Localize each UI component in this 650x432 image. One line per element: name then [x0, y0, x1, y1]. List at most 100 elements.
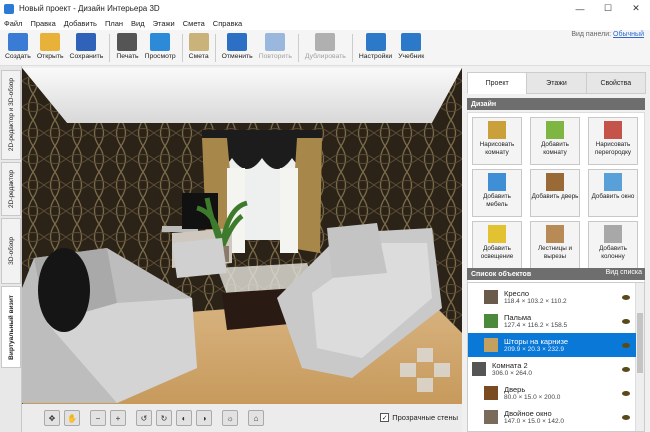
menu-item[interactable]: План	[101, 19, 127, 28]
design-button-label: Добавить освещение	[480, 245, 514, 260]
design-button-4[interactable]: Добавить мебель	[472, 169, 522, 217]
eye-icon[interactable]	[622, 318, 630, 324]
orbit-left-icon[interactable]: ◐	[176, 410, 192, 426]
object-list[interactable]: Кресло 118.4 × 103.2 × 110.2 Пальма 127.4 ×…	[467, 282, 645, 432]
room-render	[22, 68, 462, 404]
tab-2[interactable]: Этажи	[526, 72, 587, 94]
design-button-label: Добавить комнату	[541, 141, 569, 156]
monitor-icon	[150, 33, 171, 51]
redo-icon	[265, 33, 286, 51]
maximize-button[interactable]: ☐	[594, 0, 622, 17]
design-button-2[interactable]: Добавить комнату	[530, 117, 580, 165]
eye-icon[interactable]	[622, 294, 630, 300]
partition-icon	[604, 121, 622, 139]
toolbar-button-7[interactable]: Отменить	[219, 30, 256, 66]
object-text: Комната 2 306.0 × 264.0	[492, 361, 532, 378]
toolbar-button-label: Просмотр	[144, 53, 176, 60]
back-armchair	[172, 238, 227, 278]
furniture-icon	[488, 173, 506, 191]
light-icon[interactable]: ☼	[222, 410, 238, 426]
rotate-left-icon[interactable]: ↺	[136, 410, 152, 426]
eye-icon[interactable]	[622, 390, 630, 396]
toolbar-button-3[interactable]: Сохранить	[67, 30, 107, 66]
menu-item[interactable]: Смета	[179, 19, 209, 28]
side-tab-1[interactable]: 2D-редактор и 3D-обзор	[1, 70, 21, 160]
design-button-6[interactable]: Добавить окно	[588, 169, 638, 217]
menu-item[interactable]: Добавить	[60, 19, 101, 28]
list-view-link[interactable]: Вид списка	[606, 269, 642, 276]
toolbar-button-5[interactable]: Просмотр	[142, 30, 179, 66]
close-button[interactable]: ✕	[622, 0, 650, 17]
minimize-button[interactable]: —	[566, 0, 594, 17]
toolbar-button-2[interactable]: Открыть	[34, 30, 67, 66]
view-panel-value[interactable]: Обычный	[613, 31, 644, 38]
estimate-icon	[188, 33, 209, 51]
orbit-right-icon[interactable]: ◑	[196, 410, 212, 426]
printer-icon	[117, 33, 138, 51]
view-panel-label: Вид панели:	[571, 31, 612, 38]
hand-icon[interactable]: ✋	[64, 410, 80, 426]
object-list-scrollbar[interactable]	[635, 283, 644, 431]
object-row[interactable]: Шторы на карнизе 209.9 × 20.3 × 232.9	[468, 333, 636, 357]
transparent-walls-checkbox[interactable]: ✓ Прозрачные стены	[380, 413, 458, 422]
toolbar-button-label: Открыть	[36, 53, 64, 60]
toolbar-button-4[interactable]: Печать	[113, 30, 141, 66]
toolbar-button-label: Настройки	[358, 53, 393, 60]
toolbar-button-8: Повторить	[256, 30, 295, 66]
object-dims: 80.0 × 15.0 × 200.0	[504, 393, 561, 401]
design-button-1[interactable]: Нарисовать комнату	[472, 117, 522, 165]
side-tab-label: 2D-редактор	[7, 169, 15, 209]
side-tab-3[interactable]: 3D-обзор	[1, 218, 21, 284]
tab-1[interactable]: Проект	[467, 72, 528, 94]
object-name: Двойное окно	[504, 408, 552, 418]
menu-item[interactable]: Вид	[127, 19, 149, 28]
rotate-right-icon[interactable]: ↻	[156, 410, 172, 426]
zoom-out-icon[interactable]: −	[90, 410, 106, 426]
design-button-8[interactable]: Лестницы и вырезы	[530, 221, 580, 269]
gear-icon	[365, 33, 386, 51]
eye-icon[interactable]	[622, 342, 630, 348]
object-row[interactable]: Дверь 80.0 × 15.0 × 200.0	[468, 381, 636, 405]
home-icon[interactable]: ⌂	[248, 410, 264, 426]
view-panel-selector[interactable]: Вид панели: Обычный	[571, 31, 644, 38]
zoom-in-icon[interactable]: +	[110, 410, 126, 426]
design-button-label: Нарисовать комнату	[479, 141, 515, 156]
new-file-icon	[7, 33, 28, 51]
toolbar-button-1[interactable]: Создать	[2, 30, 34, 66]
transparent-walls-check[interactable]: ✓	[380, 413, 390, 422]
object-name: Шторы на карнизе	[504, 336, 569, 346]
side-tab-2[interactable]: 2D-редактор	[1, 162, 21, 216]
object-row[interactable]: Кресло 118.4 × 103.2 × 110.2	[468, 285, 636, 309]
menu-item[interactable]: Справка	[209, 19, 246, 28]
design-button-7[interactable]: Добавить освещение	[472, 221, 522, 269]
palm-icon	[484, 314, 498, 328]
object-row[interactable]: Пальма 127.4 × 116.2 × 158.5	[468, 309, 636, 333]
design-button-label: Добавить дверь	[531, 193, 579, 200]
design-button-5[interactable]: Добавить дверь	[530, 169, 580, 217]
toolbar-button-6[interactable]: Смета	[186, 30, 212, 66]
toolbar-button-9: Дублировать	[302, 30, 349, 66]
add-room-icon	[546, 121, 564, 139]
3d-viewport[interactable]	[22, 68, 462, 404]
move-icon[interactable]: ✥	[44, 410, 60, 426]
design-button-3[interactable]: Нарисовать перегородку	[588, 117, 638, 165]
toolbar-button-label: Учебник	[398, 53, 425, 60]
eye-icon[interactable]	[622, 366, 630, 372]
menu-item[interactable]: Этажи	[149, 19, 179, 28]
menu-item[interactable]: Файл	[0, 19, 26, 28]
save-icon	[76, 33, 97, 51]
design-button-9[interactable]: Добавить колонну	[588, 221, 638, 269]
toolbar-button-11[interactable]: Учебник	[395, 30, 427, 66]
object-row[interactable]: Двойное окно 147.0 × 15.0 × 142.0	[468, 405, 636, 429]
toolbar-separator	[181, 34, 183, 62]
eye-icon[interactable]	[622, 414, 630, 420]
object-row[interactable]: Комната 2 306.0 × 264.0	[468, 357, 636, 381]
tab-3[interactable]: Свойства	[585, 72, 646, 94]
toolbar-button-label: Смета	[188, 53, 209, 60]
side-tab-4[interactable]: Виртуальный визит	[1, 286, 21, 368]
toolbar-button-10[interactable]: Настройки	[356, 30, 395, 66]
menu-item[interactable]: Правка	[26, 19, 59, 28]
object-name: Кресло	[504, 288, 530, 298]
toolbar-button-label: Печать	[116, 53, 139, 60]
duplicate-icon	[315, 33, 336, 51]
